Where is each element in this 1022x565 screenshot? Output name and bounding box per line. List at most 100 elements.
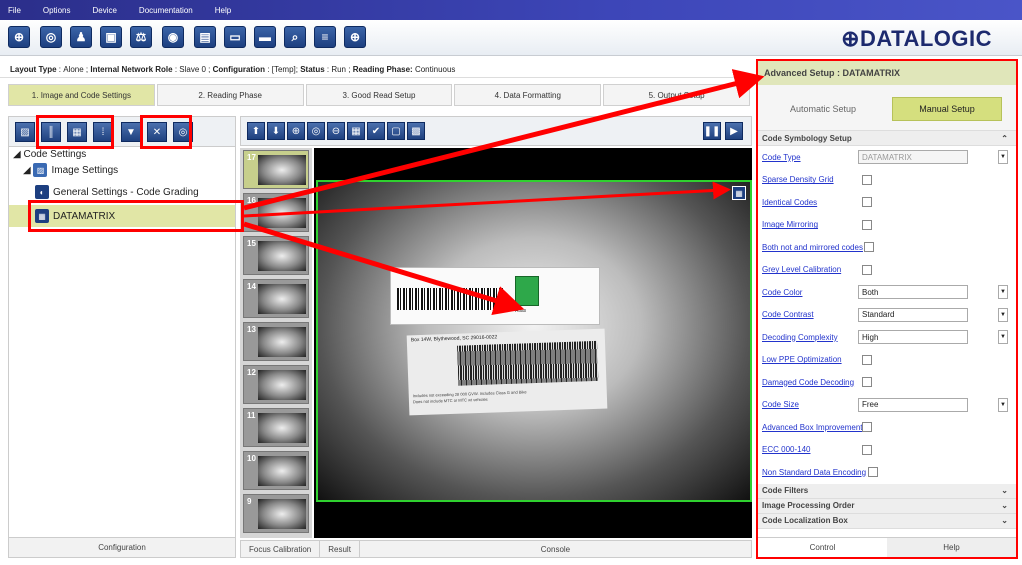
tree-datamatrix[interactable]: ▦ DATAMATRIX xyxy=(9,205,235,227)
identical-codes-checkbox[interactable] xyxy=(862,197,872,208)
play-icon[interactable]: ▶ xyxy=(725,122,743,140)
thumbnail-14[interactable]: 14 xyxy=(243,279,309,318)
grid-icon[interactable]: ▩ xyxy=(407,122,425,140)
tree-image-settings[interactable]: ◢ ▨ Image Settings xyxy=(23,163,118,177)
chevron-down-icon[interactable]: ▼ xyxy=(998,330,1008,345)
arrow-up-icon[interactable]: ⬆ xyxy=(247,122,265,140)
section-code-localization-box[interactable]: Code Localization Box ⌄ xyxy=(758,513,1016,529)
advanced-box-checkbox[interactable] xyxy=(862,422,872,433)
tab-manual-setup[interactable]: Manual Setup xyxy=(892,97,1002,121)
step-good-read-setup[interactable]: 3. Good Read Setup xyxy=(305,84,453,106)
zoom-in-icon[interactable]: ⊕ xyxy=(287,122,305,140)
code-size-select[interactable]: Free xyxy=(858,397,968,412)
save-icon[interactable]: ▬ xyxy=(254,26,276,48)
export-icon[interactable]: ≡ xyxy=(314,26,336,48)
chevron-up-icon: ⌃ xyxy=(1001,133,1008,143)
tab-console[interactable]: Console xyxy=(360,541,751,557)
tree-code-settings[interactable]: ◢ Code Settings xyxy=(13,149,86,160)
pause-icon[interactable]: ❚❚ xyxy=(703,122,721,140)
user-icon[interactable]: ♟ xyxy=(70,26,92,48)
image-footer-tabs: Focus Calibration Result Console xyxy=(240,540,752,558)
device-icon[interactable]: ▣ xyxy=(100,26,122,48)
non-standard-encoding-checkbox[interactable] xyxy=(868,467,878,478)
2d-code-icon[interactable]: ▦ xyxy=(67,122,87,142)
param-grey-level-calibration: Grey Level Calibration xyxy=(758,259,1016,282)
menu-file[interactable]: File xyxy=(8,6,21,15)
menu-documentation[interactable]: Documentation xyxy=(139,6,193,15)
code-grading-icon[interactable]: ◎ xyxy=(173,122,193,142)
menu-options[interactable]: Options xyxy=(43,6,71,15)
section-code-filters[interactable]: Code Filters ⌄ xyxy=(758,483,1016,499)
tree-code-grading[interactable]: ◐ General Settings - Code Grading xyxy=(35,185,199,199)
low-ppe-checkbox[interactable] xyxy=(862,354,872,365)
image-mirroring-checkbox[interactable] xyxy=(862,219,872,230)
tab-control[interactable]: Control xyxy=(758,537,887,557)
chevron-down-icon: ⌄ xyxy=(1001,501,1008,510)
chevron-down-icon[interactable]: ▼ xyxy=(998,397,1008,412)
chevron-down-icon[interactable]: ▼ xyxy=(998,285,1008,300)
image-settings-icon[interactable]: ▨ xyxy=(15,122,35,142)
ecc-checkbox[interactable] xyxy=(862,444,872,455)
code-contrast-select[interactable]: Standard xyxy=(858,307,968,322)
1d-code-icon[interactable]: ║ xyxy=(41,122,61,142)
document-label: Box 14W, Blythewood, SC 29016-0022 Inclu… xyxy=(406,328,608,416)
step-output-setup[interactable]: 5. Output Setup xyxy=(603,84,750,106)
step-reading-phase[interactable]: 2. Reading Phase xyxy=(156,84,304,106)
menu-help[interactable]: Help xyxy=(215,6,231,15)
tab-automatic-setup[interactable]: Automatic Setup xyxy=(768,97,878,121)
chevron-down-icon[interactable]: ▼ xyxy=(998,307,1008,322)
code-type-select[interactable]: DATAMATRIX xyxy=(858,150,968,165)
tab-help[interactable]: Help xyxy=(887,537,1016,557)
chevron-down-icon[interactable]: ▼ xyxy=(998,150,1008,165)
check-icon[interactable]: ✔ xyxy=(367,122,385,140)
search-icon[interactable]: ⌕ xyxy=(284,26,306,48)
tab-focus-calibration[interactable]: Focus Calibration xyxy=(241,541,321,557)
zoom-fit-icon[interactable]: ◎ xyxy=(307,122,325,140)
param-code-contrast: Code Contrast Standard ▼ xyxy=(758,304,1016,327)
image-viewer[interactable]: Atlas Box 14W, Blythewood, SC 29016-0022… xyxy=(314,148,752,538)
image-thumbnails: 17 16 15 14 13 12 11 10 9 xyxy=(240,148,312,538)
thumbnail-9[interactable]: 9 xyxy=(243,494,309,533)
image-toolbar: ⬆ ⬇ ⊕ ◎ ⊖ ▦ ✔ ▢ ▩ ❚❚ ▶ xyxy=(240,116,752,146)
sparse-density-grid-checkbox[interactable] xyxy=(862,174,872,185)
shipping-label: Atlas xyxy=(390,267,600,325)
damaged-code-checkbox[interactable] xyxy=(862,377,872,388)
thumbnail-10[interactable]: 10 xyxy=(243,451,309,490)
thumbnail-15[interactable]: 15 xyxy=(243,236,309,275)
menu-device[interactable]: Device xyxy=(92,6,116,15)
delete-icon[interactable]: ✕ xyxy=(147,122,167,142)
both-mirrored-checkbox[interactable] xyxy=(864,242,874,253)
balance-icon[interactable]: ⚖ xyxy=(130,26,152,48)
tab-result[interactable]: Result xyxy=(320,541,360,557)
statistics-icon[interactable]: ▤ xyxy=(194,26,216,48)
status-line: Layout Type : Alone ; Internal Network R… xyxy=(0,62,752,78)
discovery-icon[interactable]: ◎ xyxy=(40,26,62,48)
arrow-down-icon[interactable]: ⬇ xyxy=(267,122,285,140)
code-color-select[interactable]: Both xyxy=(858,285,968,300)
step-data-formatting[interactable]: 4. Data Formatting xyxy=(454,84,602,106)
datamatrix-overlay-icon[interactable]: ▦ xyxy=(732,186,746,200)
param-decoding-complexity: Decoding Complexity High ▼ xyxy=(758,326,1016,349)
search-config-icon[interactable]: ◉ xyxy=(162,26,184,48)
monitor-icon[interactable]: ▭ xyxy=(224,26,246,48)
chevron-down-icon: ⌄ xyxy=(1001,516,1008,525)
param-low-ppe-optimization: Low PPE Optimization xyxy=(758,349,1016,372)
section-image-processing-order[interactable]: Image Processing Order ⌄ xyxy=(758,498,1016,514)
thumbnail-16[interactable]: 16 xyxy=(243,193,309,232)
target-icon[interactable]: ⊕ xyxy=(344,26,366,48)
filter-icon[interactable]: ▼ xyxy=(121,122,141,142)
window-icon[interactable]: ▢ xyxy=(387,122,405,140)
thumbnail-17[interactable]: 17 xyxy=(243,150,309,189)
connect-icon[interactable]: ⊕ xyxy=(8,26,30,48)
thumbnail-11[interactable]: 11 xyxy=(243,408,309,447)
postal-code-icon[interactable]: ⁞ xyxy=(93,122,113,142)
step-image-code-settings[interactable]: 1. Image and Code Settings xyxy=(8,84,155,106)
param-damaged-code-decoding: Damaged Code Decoding xyxy=(758,371,1016,394)
save-image-icon[interactable]: ▦ xyxy=(347,122,365,140)
grey-level-calibration-checkbox[interactable] xyxy=(862,264,872,275)
decoding-complexity-select[interactable]: High xyxy=(858,330,968,345)
thumbnail-12[interactable]: 12 xyxy=(243,365,309,404)
section-code-symbology-setup[interactable]: Code Symbology Setup ⌃ xyxy=(758,131,1016,146)
zoom-out-icon[interactable]: ⊖ xyxy=(327,122,345,140)
thumbnail-13[interactable]: 13 xyxy=(243,322,309,361)
